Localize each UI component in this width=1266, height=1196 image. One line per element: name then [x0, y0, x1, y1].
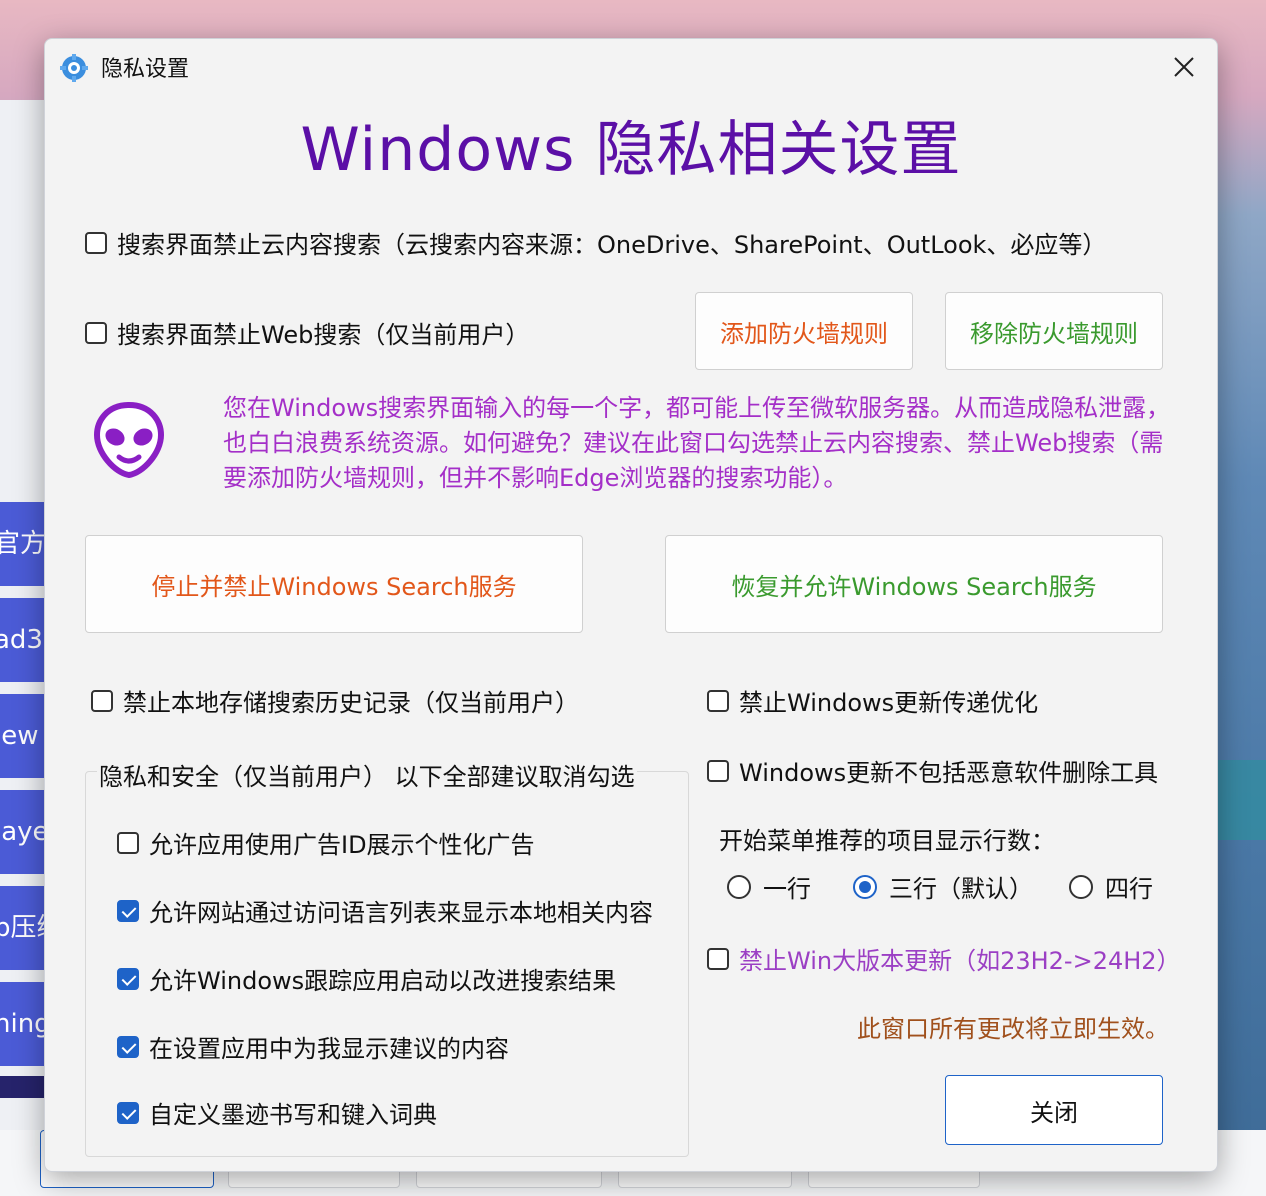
checkbox-label: 搜索界面禁止云内容搜索（云搜索内容来源：OneDrive、SharePoint、… — [117, 231, 1107, 259]
radio-button[interactable] — [1069, 874, 1093, 899]
disable-feature-update-checkbox[interactable]: 禁止Win大版本更新（如23H2->24H2） — [707, 941, 1181, 976]
settings-gear-icon — [60, 54, 88, 82]
checkbox-label: 允许Windows跟踪应用启动以改进搜索结果 — [149, 967, 617, 995]
title-bar[interactable]: 隐私设置 — [45, 39, 1217, 95]
radio-button[interactable] — [727, 874, 751, 899]
checkbox-box[interactable] — [117, 1101, 139, 1124]
radio-label: 一行 — [763, 875, 811, 903]
privacy-item-checkbox[interactable]: 自定义墨迹书写和键入词典 — [117, 1095, 437, 1130]
checkbox-box[interactable] — [707, 947, 729, 970]
add-firewall-rule-button[interactable]: 添加防火墙规则 — [695, 292, 913, 370]
stop-search-service-button[interactable]: 停止并禁止Windows Search服务 — [85, 535, 583, 633]
page-heading: Windows 隐私相关设置 — [300, 115, 962, 185]
desktop-background-detail — [1216, 760, 1266, 840]
close-icon — [1174, 57, 1194, 77]
radio-button[interactable] — [853, 874, 877, 899]
checkbox-box[interactable] — [707, 689, 729, 712]
checkbox-label: 禁止本地存储搜索历史记录（仅当前用户） — [123, 689, 579, 717]
checkbox-label: 自定义墨迹书写和键入词典 — [149, 1101, 437, 1129]
privacy-item-checkbox[interactable]: 在设置应用中为我显示建议的内容 — [117, 1029, 509, 1064]
window-close-button[interactable] — [1151, 39, 1217, 95]
checkbox-label: 禁止Win大版本更新（如23H2->24H2） — [739, 947, 1181, 975]
background-app-sidebar: 官方 ad3 iew laye b压缩 hing — [0, 100, 44, 1196]
privacy-item-checkbox[interactable]: 允许网站通过访问语言列表来显示本地相关内容 — [117, 893, 653, 928]
remove-firewall-rule-button[interactable]: 移除防火墙规则 — [945, 292, 1163, 370]
checkbox-box[interactable] — [85, 231, 107, 254]
radio-three-rows[interactable]: 三行（默认） — [853, 869, 1033, 904]
background-tile: ad3 — [0, 598, 44, 682]
alien-icon — [93, 401, 165, 479]
checkbox-label: 允许应用使用广告ID展示个性化广告 — [149, 831, 535, 859]
background-tile-dark — [0, 1076, 44, 1098]
background-tile: laye — [0, 790, 44, 874]
privacy-warning-text: 您在Windows搜索界面输入的每一个字，都可能上传至微软服务器。从而造成隐私泄… — [223, 394, 1171, 492]
background-tile: hing — [0, 982, 44, 1066]
privacy-item-checkbox[interactable]: 允许应用使用广告ID展示个性化广告 — [117, 825, 535, 860]
checkbox-label: 允许网站通过访问语言列表来显示本地相关内容 — [149, 899, 653, 927]
checkbox-box[interactable] — [117, 831, 139, 854]
radio-label: 三行（默认） — [889, 875, 1033, 903]
exclude-mrt-checkbox[interactable]: Windows更新不包括恶意软件删除工具 — [707, 753, 1158, 788]
checkbox-label: 禁止Windows更新传递优化 — [739, 689, 1039, 717]
disable-delivery-optimization-checkbox[interactable]: 禁止Windows更新传递优化 — [707, 683, 1038, 718]
checkbox-label: 在设置应用中为我显示建议的内容 — [149, 1035, 509, 1063]
group-title: 隐私和安全（仅当前用户） 以下全部建议取消勾选 — [97, 757, 637, 792]
privacy-item-checkbox[interactable]: 允许Windows跟踪应用启动以改进搜索结果 — [117, 961, 616, 996]
checkbox-box[interactable] — [91, 689, 113, 712]
privacy-settings-dialog: 隐私设置 Windows 隐私相关设置 搜索界面禁止云内容搜索（云搜索内容来源：… — [44, 38, 1218, 1172]
background-tile: iew — [0, 694, 44, 778]
checkbox-label: Windows更新不包括恶意软件删除工具 — [739, 759, 1159, 787]
checkbox-box[interactable] — [117, 1035, 139, 1058]
disable-local-history-checkbox[interactable]: 禁止本地存储搜索历史记录（仅当前用户） — [91, 683, 579, 718]
background-tile: 官方 — [0, 502, 44, 586]
close-button[interactable]: 关闭 — [945, 1075, 1163, 1145]
checkbox-box[interactable] — [117, 967, 139, 990]
checkbox-box[interactable] — [85, 321, 107, 344]
restore-search-service-button[interactable]: 恢复并允许Windows Search服务 — [665, 535, 1163, 633]
background-tile: b压缩 — [0, 886, 44, 970]
checkbox-label: 搜索界面禁止Web搜索（仅当前用户） — [117, 321, 530, 349]
checkbox-box[interactable] — [117, 899, 139, 922]
radio-label: 四行 — [1105, 875, 1153, 903]
radio-one-row[interactable]: 一行 — [727, 869, 811, 904]
window-title: 隐私设置 — [101, 57, 190, 82]
start-menu-rows-label: 开始菜单推荐的项目显示行数： — [719, 827, 1055, 855]
disable-cloud-search-checkbox[interactable]: 搜索界面禁止云内容搜索（云搜索内容来源：OneDrive、SharePoint、… — [85, 225, 1106, 260]
checkbox-box[interactable] — [707, 759, 729, 782]
disable-web-search-checkbox[interactable]: 搜索界面禁止Web搜索（仅当前用户） — [85, 315, 529, 350]
radio-four-rows[interactable]: 四行 — [1069, 869, 1153, 904]
notice-text: 此窗口所有更改将立即生效。 — [857, 1015, 1169, 1043]
